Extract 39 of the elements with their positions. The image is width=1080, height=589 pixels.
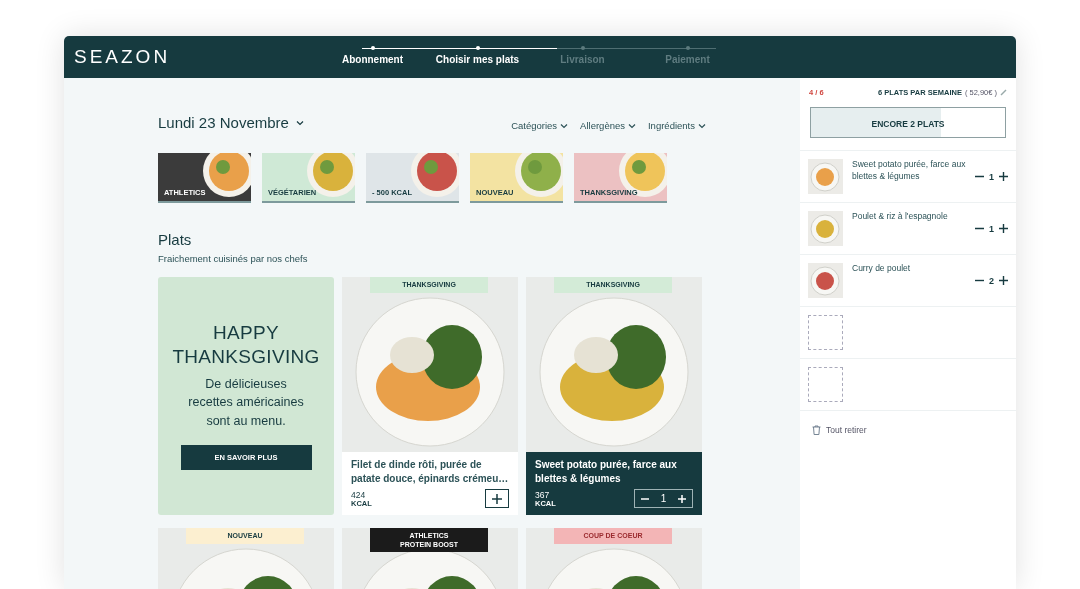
plate-drawing — [808, 211, 843, 246]
filter-dropdown[interactable]: Allergènes — [580, 120, 636, 131]
plus-icon[interactable] — [999, 172, 1008, 181]
step-label[interactable]: Abonnement — [341, 54, 404, 65]
calorie-value: 367 — [535, 489, 551, 500]
cart-item-name: Curry de poulet — [852, 262, 912, 275]
promo-text: De délicieuses recettes américaines sont au menu. — [187, 375, 305, 430]
plus-icon[interactable] — [999, 224, 1008, 233]
date-selector[interactable]: Lundi 23 Novembre — [158, 114, 304, 131]
add-button[interactable] — [485, 489, 509, 508]
quantity-value: 1 — [660, 493, 667, 504]
plate-drawing — [808, 159, 843, 194]
chevron-icon — [698, 122, 706, 129]
trash-icon — [812, 425, 821, 435]
step-label[interactable]: Choisir mes plats — [435, 54, 520, 65]
promo-title: HAPPY THANKSGIVING — [171, 321, 321, 369]
chevron-icon — [628, 122, 636, 129]
dish-name: Filet de dinde rôti, purée de patate douce, épinards crémeu… — [351, 458, 509, 486]
calorie-value: 424 — [351, 489, 367, 500]
section-title: Plats — [158, 231, 193, 248]
remaining-dishes-button[interactable]: ENCORE 2 PLATS — [810, 107, 1006, 138]
chevron-icon — [295, 119, 304, 126]
cart-item-name: Sweet potato purée, farce aux blettes & légumes — [852, 158, 966, 183]
plate-drawing — [808, 263, 843, 298]
filter-dropdown[interactable]: Ingrédients — [648, 120, 706, 131]
plus-icon — [492, 493, 502, 504]
quantity-value: 2 — [989, 275, 994, 286]
quantity-value: 1 — [989, 223, 994, 234]
empty-slot — [808, 315, 843, 350]
quantity-value: 1 — [989, 171, 994, 182]
chevron-icon — [560, 122, 569, 129]
section-subtitle: Fraichement cuisinés par nos chefs — [158, 253, 309, 264]
plus-icon[interactable] — [999, 276, 1008, 285]
dish-name: Sweet potato purée, farce aux blettes & légumes — [535, 458, 678, 486]
logo[interactable]: SEAZON — [74, 46, 320, 68]
filter-dropdown[interactable]: Catégories — [511, 120, 569, 131]
clear-cart-link[interactable]: Tout retirer — [800, 410, 1016, 449]
empty-slot — [808, 367, 843, 402]
cart-item-name: Poulet & riz à l'espagnole — [852, 210, 949, 223]
